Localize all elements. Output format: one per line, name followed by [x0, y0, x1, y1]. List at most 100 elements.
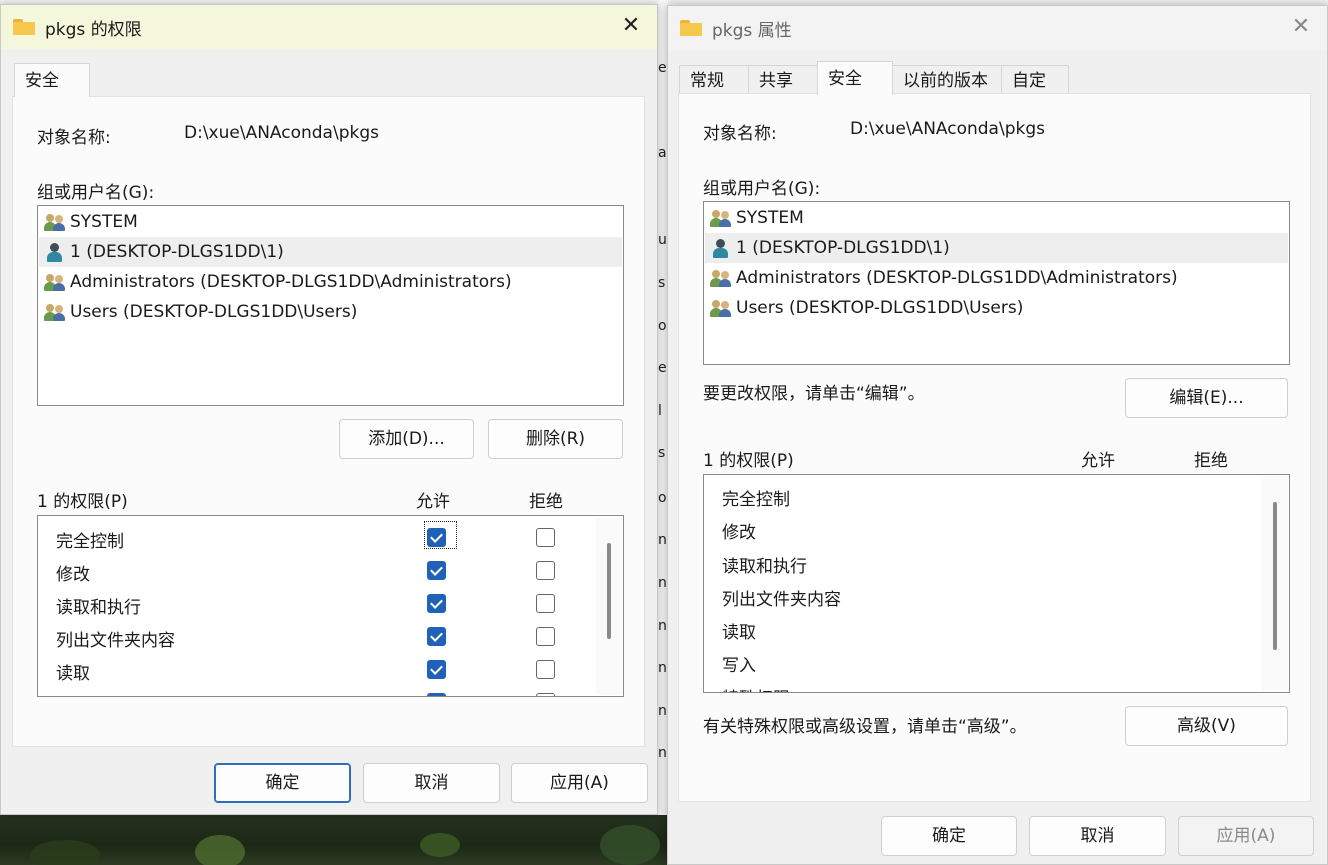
allow-header: 允许	[416, 492, 450, 512]
deny-header: 拒绝	[1194, 451, 1228, 471]
permission-row: 列出文件夹内容	[704, 579, 1259, 612]
list-item[interactable]: 1 (DESKTOP-DLGS1DD\1)	[705, 233, 1288, 263]
list-item[interactable]: Administrators (DESKTOP-DLGS1DD\Administ…	[39, 267, 622, 297]
tab-customize[interactable]: 自定义	[1001, 65, 1069, 121]
tab-general[interactable]: 常规	[679, 65, 749, 95]
ok-button[interactable]: 确定	[881, 816, 1017, 856]
object-name-value: D:\xue\ANAconda\pkgs	[850, 119, 1045, 139]
close-icon[interactable]: ✕	[1289, 16, 1313, 40]
user-name: SYSTEM	[70, 212, 138, 232]
scrollbar-track[interactable]	[596, 517, 622, 695]
object-name-label: 对象名称:	[703, 124, 777, 144]
tab-sharing[interactable]: 共享	[748, 65, 818, 95]
object-name-value: D:\xue\ANAconda\pkgs	[184, 123, 379, 143]
permissions-label: 1 的权限(P)	[37, 492, 128, 512]
permission-name: 修改	[722, 523, 756, 543]
user-name: Administrators (DESKTOP-DLGS1DD\Administ…	[736, 268, 1178, 288]
list-item[interactable]: Administrators (DESKTOP-DLGS1DD\Administ…	[705, 263, 1288, 293]
allow-checkbox[interactable]	[427, 693, 446, 696]
allow-checkbox[interactable]	[427, 660, 446, 679]
folder-icon	[680, 20, 702, 36]
permission-row: 修改	[704, 512, 1259, 545]
advanced-button[interactable]: 高级(V)	[1125, 706, 1288, 746]
allow-checkbox[interactable]	[427, 594, 446, 613]
list-item[interactable]: Users (DESKTOP-DLGS1DD\Users)	[705, 293, 1288, 323]
group-users-icon	[44, 212, 66, 232]
groups-label: 组或用户名(G):	[703, 179, 821, 199]
window-title: pkgs 的权限	[45, 19, 142, 40]
cancel-button[interactable]: 取消	[363, 763, 500, 803]
user-name: 1 (DESKTOP-DLGS1DD\1)	[736, 238, 950, 258]
edit-button[interactable]: 编辑(E)...	[1125, 378, 1288, 418]
list-item[interactable]: SYSTEM	[39, 207, 622, 237]
scrollbar-track[interactable]	[1262, 476, 1288, 691]
permission-row: 读取和执行	[704, 546, 1259, 579]
permission-row: 读取	[38, 653, 593, 686]
permission-name: 读取和执行	[722, 557, 807, 577]
apply-button[interactable]: 应用(A)	[511, 763, 648, 803]
apply-button[interactable]: 应用(A)	[1178, 816, 1314, 856]
deny-checkbox[interactable]	[536, 660, 555, 679]
deny-checkbox[interactable]	[536, 627, 555, 646]
properties-dialog: pkgs 属性 ✕ 常规 共享 安全 以前的版本 自定义 对象名称: D:\xu…	[667, 5, 1328, 865]
deny-checkbox[interactable]	[536, 693, 555, 696]
allow-checkbox[interactable]	[427, 561, 446, 580]
permission-name: 完全控制	[722, 490, 790, 510]
tab-security[interactable]: 安全	[14, 63, 90, 97]
group-users-icon	[44, 302, 66, 322]
deny-header: 拒绝	[529, 492, 563, 512]
close-icon[interactable]: ✕	[619, 15, 643, 39]
permission-name: 列出文件夹内容	[722, 590, 841, 610]
cancel-button[interactable]: 取消	[1029, 816, 1166, 856]
ok-button[interactable]: 确定	[214, 763, 351, 803]
groups-label: 组或用户名(G):	[37, 183, 155, 203]
single-user-icon	[710, 238, 732, 258]
title-bar: pkgs 属性 ✕	[668, 6, 1327, 50]
tab-bar: 安全	[14, 63, 90, 97]
permission-row: 特殊权限	[704, 678, 1259, 692]
permission-row: 写入	[704, 645, 1259, 678]
permission-name: 写入	[56, 692, 90, 696]
permission-name: 修改	[56, 565, 90, 585]
permission-row: 完全控制	[704, 479, 1259, 512]
scrollbar-thumb[interactable]	[1273, 502, 1277, 650]
remove-button[interactable]: 删除(R)	[488, 419, 623, 459]
permission-name: 列出文件夹内容	[56, 631, 175, 651]
allow-header: 允许	[1081, 451, 1115, 471]
add-button[interactable]: 添加(D)...	[339, 419, 474, 459]
tab-security[interactable]: 安全	[817, 61, 893, 95]
permission-row: 读取和执行	[38, 587, 593, 620]
group-users-icon	[710, 298, 732, 318]
deny-checkbox[interactable]	[536, 528, 555, 547]
allow-checkbox[interactable]	[427, 627, 446, 646]
group-users-icon	[710, 268, 732, 288]
single-user-icon	[44, 242, 66, 262]
scrollbar-thumb[interactable]	[607, 543, 611, 639]
allow-checkbox[interactable]	[427, 528, 446, 547]
security-panel: 对象名称: D:\xue\ANAconda\pkgs 组或用户名(G): SYS…	[678, 93, 1311, 802]
tab-bar: 常规 共享 安全 以前的版本 自定义	[679, 61, 1069, 121]
window-title: pkgs 属性	[712, 20, 792, 41]
permission-row: 写入	[38, 686, 593, 696]
user-name: SYSTEM	[736, 208, 804, 228]
group-users-icon	[44, 272, 66, 292]
folder-icon	[13, 19, 35, 35]
deny-checkbox[interactable]	[536, 561, 555, 580]
permission-row: 完全控制	[38, 521, 593, 554]
tab-previous-versions[interactable]: 以前的版本	[892, 65, 1002, 95]
security-panel: 对象名称: D:\xue\ANAconda\pkgs 组或用户名(G): SYS…	[12, 96, 645, 747]
permissions-list: 完全控制 修改 读取和执行 列出文件夹内容 读取 写入 特殊权限	[703, 474, 1290, 693]
permission-name: 读取和执行	[56, 598, 141, 618]
permission-name: 特殊权限	[722, 684, 790, 692]
permissions-list[interactable]: 完全控制 修改 读取和执行 列出文件夹内容 读取	[37, 515, 624, 697]
permission-row: 列出文件夹内容	[38, 620, 593, 653]
list-item[interactable]: 1 (DESKTOP-DLGS1DD\1)	[39, 237, 622, 267]
users-list[interactable]: SYSTEM 1 (DESKTOP-DLGS1DD\1) Administrat…	[37, 205, 624, 406]
users-list[interactable]: SYSTEM 1 (DESKTOP-DLGS1DD\1) Administrat…	[703, 201, 1290, 365]
list-item[interactable]: SYSTEM	[705, 203, 1288, 233]
deny-checkbox[interactable]	[536, 594, 555, 613]
group-users-icon	[710, 208, 732, 228]
list-item[interactable]: Users (DESKTOP-DLGS1DD\Users)	[39, 297, 622, 327]
advanced-hint: 有关特殊权限或高级设置，请单击“高级”。	[703, 717, 1027, 737]
permission-name: 写入	[722, 656, 756, 676]
